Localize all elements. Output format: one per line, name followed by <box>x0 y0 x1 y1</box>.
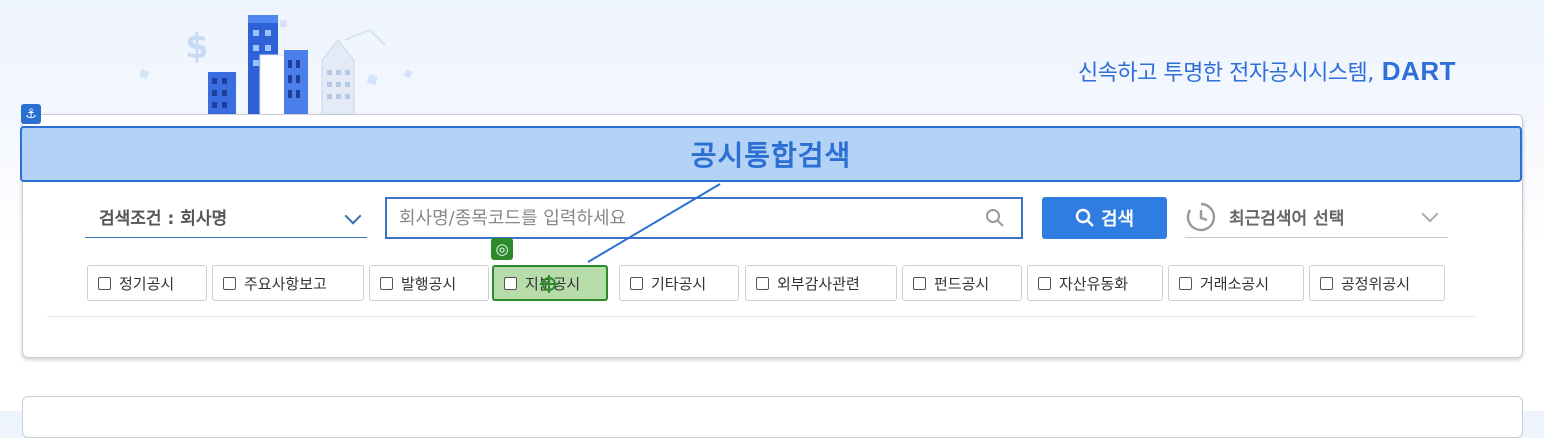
crosshair-icon <box>540 275 558 293</box>
panel-divider <box>47 316 1475 317</box>
annotation-connector <box>540 183 721 293</box>
